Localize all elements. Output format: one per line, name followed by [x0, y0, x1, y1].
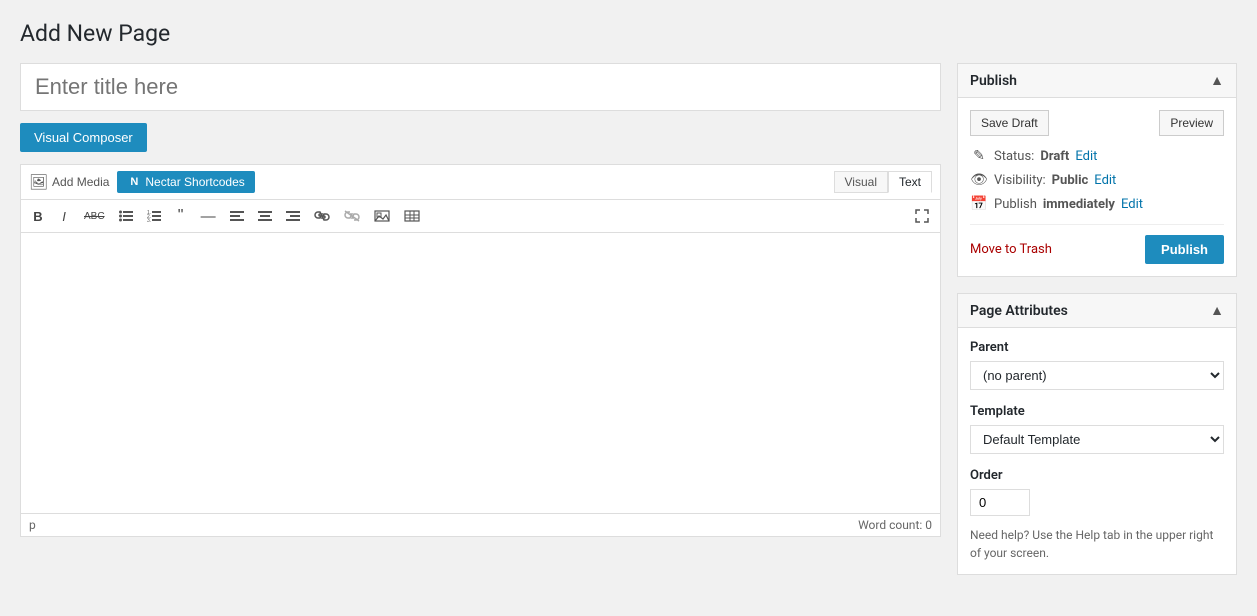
format-table-button[interactable]: [399, 207, 425, 225]
svg-text:3.: 3.: [147, 218, 151, 222]
parent-select[interactable]: (no parent): [970, 361, 1224, 390]
add-media-button[interactable]: 🖼 Add Media: [29, 173, 109, 191]
publish-collapse-icon[interactable]: ▲: [1210, 72, 1224, 89]
status-edit-link[interactable]: Edit: [1075, 149, 1097, 164]
format-unlink-button[interactable]: [339, 207, 365, 225]
visual-composer-button[interactable]: Visual Composer: [20, 123, 147, 152]
page-attributes-title: Page Attributes: [970, 303, 1068, 319]
page-title: Add New Page: [20, 20, 1237, 47]
visibility-edit-link[interactable]: Edit: [1094, 173, 1116, 188]
order-label: Order: [970, 468, 1224, 483]
format-ordered-list-button[interactable]: 1.2.3.: [142, 207, 166, 225]
tab-visual[interactable]: Visual: [834, 171, 888, 193]
publish-timing-value: immediately: [1043, 197, 1115, 212]
publish-box-header: Publish ▲: [958, 64, 1236, 98]
page-attributes-header: Page Attributes ▲: [958, 294, 1236, 328]
publish-actions-row: Move to Trash Publish: [970, 224, 1224, 264]
format-insert-image-button[interactable]: [369, 207, 395, 225]
publish-calendar-icon: 📅: [970, 196, 988, 212]
page-attributes-collapse-icon[interactable]: ▲: [1210, 302, 1224, 319]
page-attributes-box: Page Attributes ▲ Parent (no parent) Tem…: [957, 293, 1237, 575]
publish-box: Publish ▲ Save Draft Preview ✎ Status: D…: [957, 63, 1237, 277]
draft-preview-row: Save Draft Preview: [970, 110, 1224, 136]
visibility-label: Visibility:: [994, 173, 1046, 188]
format-align-right-button[interactable]: [281, 207, 305, 225]
publish-timing-edit-link[interactable]: Edit: [1121, 197, 1143, 212]
format-horizontal-rule-button[interactable]: —: [196, 205, 221, 228]
format-strikethrough-button[interactable]: ABC: [79, 208, 110, 225]
help-text: Need help? Use the Help tab in the upper…: [970, 526, 1224, 562]
status-row: ✎ Status: Draft Edit: [970, 148, 1224, 164]
publish-box-body: Save Draft Preview ✎ Status: Draft Edit …: [958, 98, 1236, 276]
word-count: Word count: 0: [858, 518, 932, 532]
editor-tag: p: [29, 518, 36, 532]
format-align-left-button[interactable]: [225, 207, 249, 225]
editor-box: 🖼 Add Media N Nectar Shortcodes Visual T…: [20, 164, 941, 537]
move-to-trash-link[interactable]: Move to Trash: [970, 242, 1052, 257]
format-blockquote-button[interactable]: ": [170, 204, 192, 228]
page-attributes-body: Parent (no parent) Template Default Temp…: [958, 328, 1236, 574]
editor-footer: p Word count: 0: [21, 513, 940, 536]
publish-label: Publish: [994, 197, 1037, 212]
template-label: Template: [970, 404, 1224, 419]
status-value: Draft: [1040, 149, 1069, 164]
order-input[interactable]: [970, 489, 1030, 516]
parent-label: Parent: [970, 340, 1224, 355]
add-media-icon: 🖼: [29, 173, 48, 191]
format-link-button[interactable]: [309, 207, 335, 225]
page-title-input[interactable]: [20, 63, 941, 111]
sidebar: Publish ▲ Save Draft Preview ✎ Status: D…: [957, 63, 1237, 591]
format-unordered-list-button[interactable]: [114, 207, 138, 225]
template-select[interactable]: Default Template: [970, 425, 1224, 454]
save-draft-button[interactable]: Save Draft: [970, 110, 1049, 136]
status-label: Status:: [994, 149, 1034, 164]
editor-toolbar-format: B I ABC 1.2.3. " —: [21, 200, 940, 233]
nectar-n-icon: N: [127, 176, 141, 188]
nectar-shortcodes-label: Nectar Shortcodes: [145, 175, 244, 189]
editor-area: Visual Composer 🖼 Add Media N Nectar Sho…: [20, 63, 941, 537]
format-italic-button[interactable]: I: [53, 206, 75, 227]
format-bold-button[interactable]: B: [27, 206, 49, 227]
visibility-row: 👁 Visibility: Public Edit: [970, 172, 1224, 188]
editor-content[interactable]: [21, 233, 940, 513]
visibility-eye-icon: 👁: [970, 172, 988, 188]
visibility-value: Public: [1052, 173, 1089, 188]
publish-timing-row: 📅 Publish immediately Edit: [970, 196, 1224, 212]
publish-box-title: Publish: [970, 73, 1017, 89]
nectar-shortcodes-button[interactable]: N Nectar Shortcodes: [117, 171, 254, 193]
add-media-label: Add Media: [52, 175, 109, 189]
tab-text[interactable]: Text: [888, 171, 932, 193]
expand-editor-button[interactable]: [910, 206, 934, 226]
preview-button[interactable]: Preview: [1159, 110, 1224, 136]
editor-toolbar-top: 🖼 Add Media N Nectar Shortcodes Visual T…: [21, 165, 940, 200]
status-pencil-icon: ✎: [970, 148, 988, 164]
publish-button[interactable]: Publish: [1145, 235, 1224, 264]
visual-text-tabs: Visual Text: [834, 171, 932, 193]
format-align-center-button[interactable]: [253, 207, 277, 225]
